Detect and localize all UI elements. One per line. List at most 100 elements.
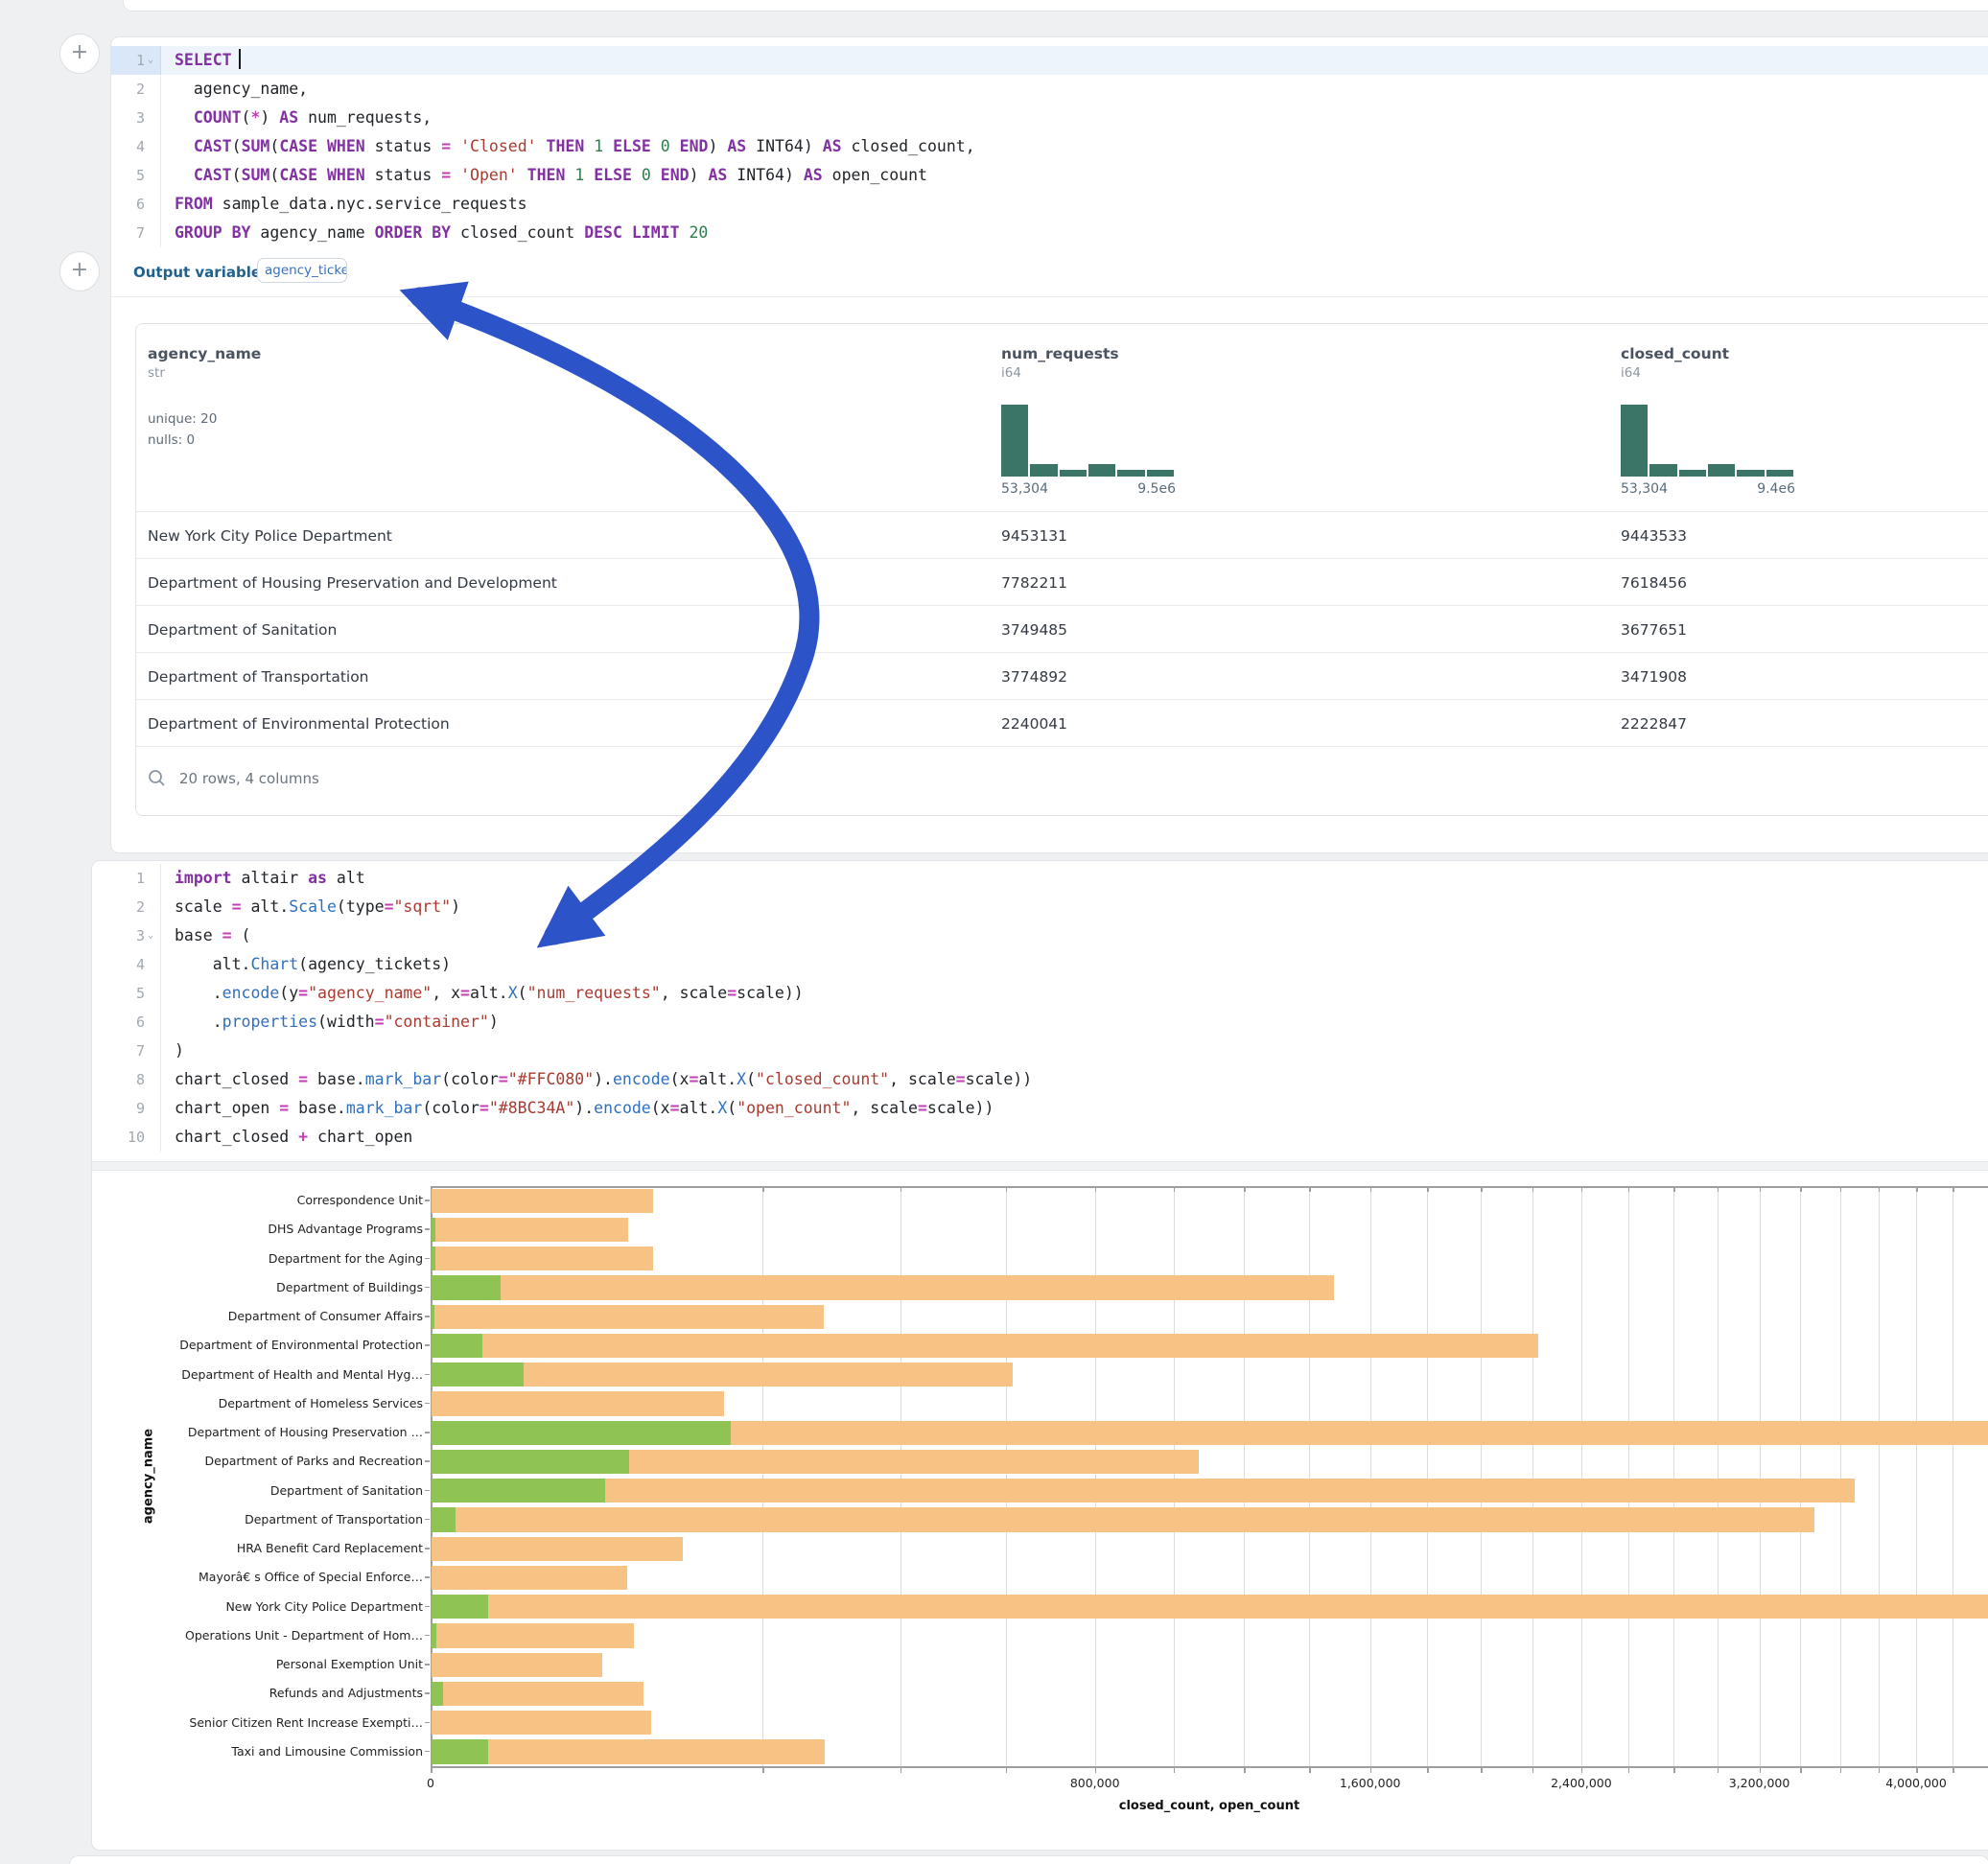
cell-value: 9453131 xyxy=(1001,527,1067,545)
line-number: 5 xyxy=(111,979,161,1008)
line-number: 5 xyxy=(111,161,161,190)
x-axis-tick xyxy=(1095,1766,1097,1773)
cell-value: 2222847 xyxy=(1621,715,1687,733)
x-axis-tick xyxy=(431,1766,433,1773)
gridline xyxy=(1581,1186,1582,1766)
gridline xyxy=(1370,1186,1371,1766)
histogram-bar xyxy=(1001,405,1028,477)
sql-editor[interactable]: 1⌄SELECT2 agency_name,3 COUNT(*) AS num_… xyxy=(111,46,1988,247)
y-axis-tick xyxy=(425,1635,430,1637)
closed-count-bar xyxy=(432,1653,602,1677)
table-row-count: 20 rows, 4 columns xyxy=(179,770,319,787)
python-line-10[interactable]: 10chart_closed + chart_open xyxy=(111,1123,1988,1152)
y-axis-tick xyxy=(425,1374,430,1376)
table-row[interactable]: New York City Police Department945313194… xyxy=(136,511,1988,559)
open-count-bar xyxy=(432,1218,435,1242)
line-number: 1⌄ xyxy=(111,46,161,75)
x-axis-top-tick xyxy=(1628,1186,1630,1192)
open-count-bar xyxy=(432,1682,443,1706)
add-cell-button[interactable]: + xyxy=(59,34,100,74)
gridline xyxy=(1760,1186,1761,1766)
y-axis-label: Department of Consumer Affairs xyxy=(144,1309,423,1323)
python-line-4[interactable]: 4 alt.Chart(agency_tickets) xyxy=(111,950,1988,979)
sql-line-7[interactable]: 7GROUP BY agency_name ORDER BY closed_co… xyxy=(111,219,1988,247)
y-axis-label: Refunds and Adjustments xyxy=(144,1686,423,1700)
collapse-chevron-icon[interactable]: ⌄ xyxy=(145,46,156,75)
code-line-text: alt.Chart(agency_tickets) xyxy=(161,950,451,979)
y-axis-tick xyxy=(425,1722,430,1724)
x-axis-tick xyxy=(1673,1766,1675,1773)
column-histogram xyxy=(1621,405,1793,477)
python-line-3[interactable]: 3⌄base = ( xyxy=(111,921,1988,950)
output-variable-pill[interactable]: agency_tickets xyxy=(257,258,347,283)
python-line-8[interactable]: 8chart_closed = base.mark_bar(color="#FF… xyxy=(111,1065,1988,1094)
histogram-bar xyxy=(1766,470,1793,477)
y-axis-label: Department of Parks and Recreation xyxy=(144,1454,423,1468)
gridline xyxy=(1718,1186,1719,1766)
gridline xyxy=(1309,1186,1310,1766)
next-cell-edge xyxy=(69,1855,1988,1864)
x-axis-tick xyxy=(1006,1766,1008,1773)
open-count-bar xyxy=(432,1479,605,1503)
column-header-agency_name[interactable]: agency_namestrunique: 20nulls: 0 xyxy=(148,345,435,381)
code-line-text: CAST(SUM(CASE WHEN status = 'Closed' THE… xyxy=(161,132,975,161)
sql-line-4[interactable]: 4 CAST(SUM(CASE WHEN status = 'Closed' T… xyxy=(111,132,1988,161)
y-axis-tick xyxy=(425,1258,430,1260)
table-row[interactable]: Department of Transportation377489234719… xyxy=(136,652,1988,700)
column-header-num_requests[interactable]: num_requestsi6453,3049.5e6 xyxy=(1001,345,1289,381)
column-header-closed_count[interactable]: closed_counti6453,3049.4e6 xyxy=(1621,345,1908,381)
line-number: 9 xyxy=(111,1094,161,1123)
python-line-9[interactable]: 9chart_open = base.mark_bar(color="#8BC3… xyxy=(111,1094,1988,1123)
x-axis-tick xyxy=(900,1766,902,1773)
top-axis-line xyxy=(431,1186,1988,1188)
search-icon[interactable] xyxy=(148,769,166,791)
cell-value: 9443533 xyxy=(1621,527,1687,545)
x-axis-top-tick xyxy=(1879,1186,1881,1192)
x-axis-top-tick xyxy=(1840,1186,1842,1192)
x-axis-tick xyxy=(1916,1766,1918,1773)
y-axis-label: New York City Police Department xyxy=(144,1599,423,1614)
closed-count-bar xyxy=(432,1682,643,1706)
x-axis-title: closed_count, open_count xyxy=(431,1799,1988,1813)
code-line-text: scale = alt.Scale(type="sqrt") xyxy=(161,893,460,921)
x-axis-tick xyxy=(1244,1766,1246,1773)
python-editor[interactable]: 1import altair as alt2scale = alt.Scale(… xyxy=(111,864,1988,1152)
sql-line-2[interactable]: 2 agency_name, xyxy=(111,75,1988,104)
sql-cell-card: 1⌄SELECT2 agency_name,3 COUNT(*) AS num_… xyxy=(110,36,1988,853)
collapse-chevron-icon[interactable]: ⌄ xyxy=(145,921,156,950)
histogram-bar xyxy=(1621,405,1648,477)
line-number: 4 xyxy=(111,950,161,979)
cell-value: 3774892 xyxy=(1001,668,1067,686)
sql-line-3[interactable]: 3 COUNT(*) AS num_requests, xyxy=(111,104,1988,132)
closed-count-bar xyxy=(432,1391,724,1415)
line-number: 10 xyxy=(111,1123,161,1152)
histogram-bar xyxy=(1737,470,1764,477)
gridline xyxy=(1840,1186,1841,1766)
x-axis-top-tick xyxy=(1427,1186,1429,1192)
sql-line-5[interactable]: 5 CAST(SUM(CASE WHEN status = 'Open' THE… xyxy=(111,161,1988,190)
python-line-7[interactable]: 7) xyxy=(111,1037,1988,1065)
gridline xyxy=(762,1186,763,1766)
python-line-1[interactable]: 1import altair as alt xyxy=(111,864,1988,893)
y-axis-tick xyxy=(425,1432,430,1433)
open-count-bar xyxy=(432,1623,436,1647)
y-axis-label: Taxi and Limousine Commission xyxy=(144,1744,423,1759)
add-cell-button[interactable]: + xyxy=(59,251,100,291)
y-axis-tick xyxy=(425,1751,430,1753)
code-line-text: chart_closed + chart_open xyxy=(161,1123,412,1152)
table-row[interactable]: Department of Environmental Protection22… xyxy=(136,699,1988,747)
gridline xyxy=(1916,1186,1917,1766)
text-cursor xyxy=(239,49,241,69)
python-line-5[interactable]: 5 .encode(y="agency_name", x=alt.X("num_… xyxy=(111,979,1988,1008)
sql-line-6[interactable]: 6FROM sample_data.nyc.service_requests xyxy=(111,190,1988,219)
gridline xyxy=(1174,1186,1175,1766)
x-axis-top-tick xyxy=(1673,1186,1675,1192)
closed-count-bar xyxy=(432,1595,1988,1619)
table-row[interactable]: Department of Housing Preservation and D… xyxy=(136,558,1988,606)
table-row[interactable]: Department of Sanitation37494853677651 xyxy=(136,605,1988,653)
python-line-2[interactable]: 2scale = alt.Scale(type="sqrt") xyxy=(111,893,1988,921)
sql-line-1[interactable]: 1⌄SELECT xyxy=(111,46,1988,75)
closed-count-bar xyxy=(432,1507,1814,1531)
python-line-6[interactable]: 6 .properties(width="container") xyxy=(111,1008,1988,1037)
y-axis-tick xyxy=(425,1548,430,1549)
